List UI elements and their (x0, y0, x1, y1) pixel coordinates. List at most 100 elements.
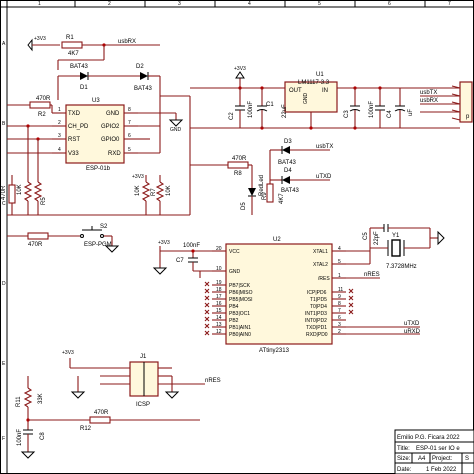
u3-pin-num: 6 (128, 133, 131, 139)
u2-pin-num: 20 (216, 246, 222, 252)
u3-pin-label: GND (106, 111, 120, 117)
date-label: Date: (397, 467, 412, 473)
u2-pin-label: PB7|SCK (229, 283, 251, 289)
r8-ref: R8 (234, 171, 242, 177)
net-usbtx-right: usbTX (420, 90, 437, 96)
u3-pin-num: 3 (58, 133, 61, 139)
size-value: A4 (418, 456, 426, 462)
r1-value: 4K7 (68, 51, 79, 57)
u2-pin-num: 1 (338, 273, 341, 279)
u3-pin-num: 5 (128, 147, 131, 153)
u2-pin-num: 5 (338, 259, 341, 265)
author-text: Emilio P.G. Ficara 2022 (397, 435, 460, 441)
c8-value: 100nF (17, 429, 23, 446)
u2-pin-num: 12 (216, 329, 222, 335)
d4-ref: D4 (284, 168, 292, 174)
title-value: ESP-01 ser IO e (416, 446, 460, 452)
diode-d4: D4 BAT43 uTXD (270, 168, 332, 194)
u2-pin-label: ICP|PD6 (307, 290, 327, 296)
u3-pin-label: RXD (108, 151, 121, 157)
c6-value: 22pF (374, 231, 380, 245)
title-label: Title: (397, 446, 410, 452)
d4-value: BAT43 (281, 188, 300, 194)
u1-name: LM1117-3.3 (298, 80, 330, 86)
r1-ref: R1 (66, 35, 74, 41)
power-label-3v3: +3V3 (234, 66, 246, 72)
r12-value: 470R (94, 410, 109, 416)
r9-value: 4K7 (279, 193, 285, 204)
row-label-d: D (2, 281, 6, 287)
u2-pin-num: 6 (338, 315, 341, 321)
c2-value: 100nF (248, 101, 254, 118)
mcu-u2: U2 ATtiny2313 20 10 19 18 17 16 15 14 13… (204, 237, 354, 354)
u2-pin-label: PB5|MOSI (229, 297, 253, 303)
u2-pin-label: XTAL2 (313, 262, 328, 268)
col-label-6: 6 (388, 1, 391, 7)
u3-pin-label: GPIO0 (101, 137, 120, 143)
u2-pin-label: GND (229, 269, 241, 275)
d1-ref: D1 (80, 85, 88, 91)
u2-pin-num: 2 (338, 329, 341, 335)
cap-c5: uF (394, 88, 414, 128)
u3-pin-num: 2 (58, 120, 61, 126)
d3-value: BAT43 (278, 160, 297, 166)
net-utxd-label: uTXD (316, 174, 332, 180)
schematic: 1 2 3 4 5 6 7 A B C D E F U3 ESP-01b 1 2… (0, 0, 474, 474)
u2-pin-label: PB3|OC1 (229, 311, 250, 317)
u2-pin-label: PB2 (229, 318, 239, 324)
u2-pin-label: PB0|AIN0 (229, 332, 251, 338)
u3-pin-label: CH_PD (68, 124, 89, 130)
diode-d3: D3 BAT43 usbTX (270, 139, 333, 166)
power-label-3v3: +3V3 (158, 240, 170, 246)
c4-value: 100nF (369, 101, 375, 118)
d2-ref: D2 (136, 64, 144, 70)
j1-value: ICSP (136, 402, 150, 408)
d3-ref: D3 (284, 139, 292, 145)
power-label-3v3: +3V3 (132, 174, 144, 180)
u2-pin-num: 14 (216, 315, 222, 321)
date-value: 1 Feb 2022 (426, 467, 457, 473)
u2-pin-label: INT0|PD2 (305, 318, 327, 324)
net-usbrx-label: usbRX (118, 39, 136, 45)
c5-value: uF (408, 109, 414, 116)
u2-pin-num: 18 (216, 287, 222, 293)
u1-in: IN (322, 88, 328, 94)
row-label-b: B (2, 121, 6, 127)
u2-pin-label: PB4 (229, 304, 239, 310)
c3-ref: C3 (344, 110, 350, 118)
u2-pin-num: 9 (338, 294, 341, 300)
u2-pin-label: VCC (229, 249, 240, 255)
led-d5: 470R R8 D5 RedLed (190, 156, 265, 215)
u2-right-nets: nRES uTXD uRXD (346, 272, 421, 335)
row-label-f: F (2, 436, 5, 442)
y1-value: 7.3728MHz (386, 264, 417, 270)
r11-value: 33K (38, 393, 44, 404)
r5-ref: R5 (41, 197, 47, 205)
power-label-3v3: +3V3 (62, 350, 74, 356)
c7-ref: C7 (176, 258, 184, 264)
c7-value: 100nF (183, 243, 200, 249)
r11-ref: R11 (16, 396, 22, 407)
r7-pullup: R7 10K (151, 175, 172, 215)
u1-gnd: GND (303, 93, 309, 105)
u3-pin-label: GPIO2 (101, 124, 120, 130)
gnd-label: GND (170, 127, 182, 133)
cap-c4: 100nF C4 (369, 88, 393, 128)
r2-value: 470R (36, 96, 51, 102)
project-label: Project: (432, 456, 453, 462)
c2-ref: C2 (229, 112, 235, 120)
net-nres-label: nRES (364, 272, 380, 278)
left-nets (7, 124, 52, 154)
u2-pin-num: 16 (216, 301, 222, 307)
u2-pin-label: XTAL1 (313, 249, 328, 255)
c4-ref: C4 (387, 110, 393, 118)
title-block: Emilio P.G. Ficara 2022 Title: ESP-01 se… (394, 429, 474, 474)
u2-pin-num: 7 (338, 308, 341, 314)
col-label-7: 7 (448, 1, 451, 7)
net-utxd-right: uTXD (404, 321, 420, 327)
u2-pin-num: 17 (216, 294, 222, 300)
u3-name: ESP-01b (86, 166, 111, 172)
col-label-3: 3 (178, 1, 181, 7)
col-label-1: 1 (38, 1, 41, 7)
u2-pin-label: T1|PD5 (310, 297, 327, 303)
